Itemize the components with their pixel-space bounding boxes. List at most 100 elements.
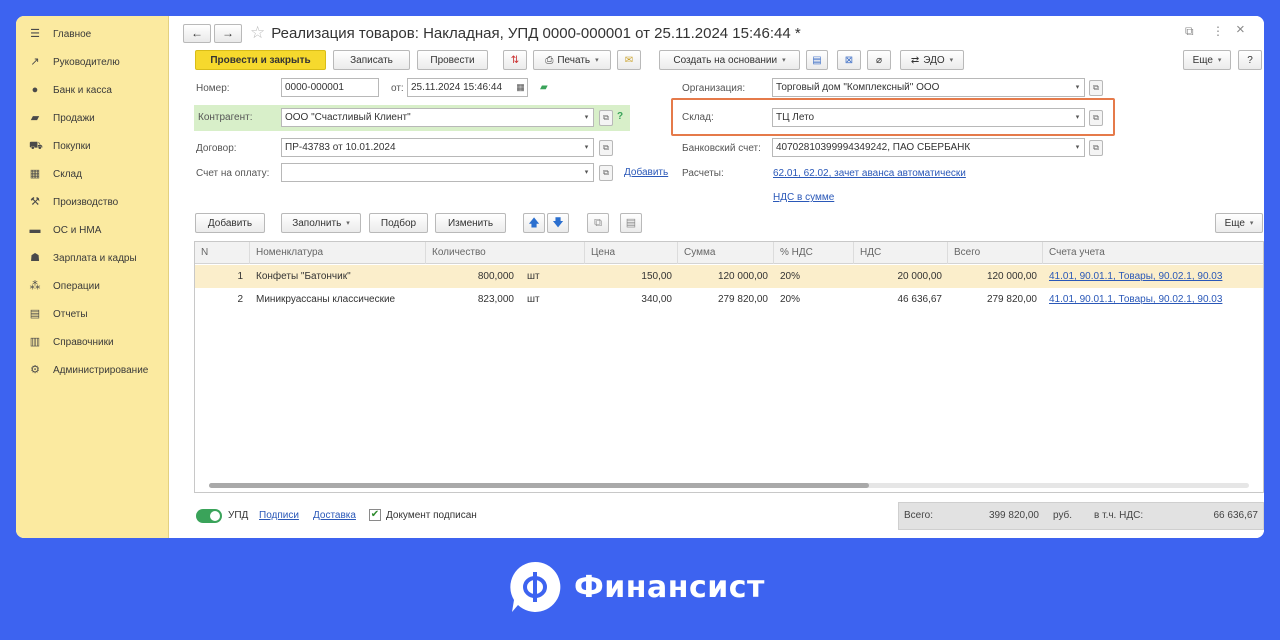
organization-field[interactable]: Торговый дом "Комплексный" ООО xyxy=(772,78,1072,97)
sidebar-item-bank[interactable]: ● Банк и касса xyxy=(16,76,168,104)
table-more-button[interactable]: Еще ▾ xyxy=(1215,213,1263,233)
chevron-down-icon: ▾ xyxy=(782,57,786,64)
column-header-quantity[interactable]: Количество xyxy=(426,242,585,264)
counterparty-dropdown[interactable]: ▾ xyxy=(580,108,594,127)
number-field[interactable]: 0000-000001 xyxy=(281,78,379,97)
row-accounts-link[interactable]: 41.01, 90.01.1, Товары, 90.02.1, 90.03 xyxy=(1049,288,1261,311)
structure-button[interactable]: ▤ xyxy=(806,50,828,70)
sidebar-item-admin[interactable]: ⚙ Администрирование xyxy=(16,356,168,384)
warehouse-open-icon[interactable]: ⧉ xyxy=(1089,110,1103,126)
organization-open-icon[interactable]: ⧉ xyxy=(1089,80,1103,96)
change-button[interactable]: Изменить xyxy=(435,213,506,233)
invoice-add-link[interactable]: Добавить xyxy=(624,167,668,178)
back-button[interactable]: ← xyxy=(183,23,211,43)
sidebar-item-reports[interactable]: ▤ Отчеты xyxy=(16,300,168,328)
sidebar: ☰ Главное ↗ Руководителю ● Банк и касса ▰ Пр… xyxy=(16,16,169,538)
copy-icon[interactable]: ⧉ xyxy=(587,213,609,233)
excel-button[interactable]: ⊠ xyxy=(837,50,861,70)
signatures-link[interactable]: Подписи xyxy=(259,510,299,521)
bank-account-open-icon[interactable]: ⧉ xyxy=(1089,140,1103,156)
contract-open-icon[interactable]: ⧉ xyxy=(599,140,613,156)
table-row[interactable]: 2 Миникруассаны классические 823,000 шт … xyxy=(195,288,1263,311)
settlements-link[interactable]: 62.01, 62.02, зачет аванса автоматически xyxy=(773,168,966,179)
bank-account-label: Банковский счет: xyxy=(682,143,761,154)
contract-label: Договор: xyxy=(196,143,237,154)
save-button[interactable]: Записать xyxy=(333,50,410,70)
pick-button[interactable]: Подбор xyxy=(369,213,428,233)
dt-kt-button[interactable]: ⇅ xyxy=(503,50,527,70)
sidebar-item-references[interactable]: ▥ Справочники xyxy=(16,328,168,356)
list-icon[interactable]: ▤ xyxy=(620,213,642,233)
column-header-accounts[interactable]: Счета учета xyxy=(1043,242,1264,264)
sidebar-item-label: ОС и НМА xyxy=(53,224,102,236)
document-signed-checkbox[interactable]: ✔ xyxy=(369,509,381,521)
column-header-vat-rate[interactable]: % НДС xyxy=(774,242,854,264)
warehouse-field[interactable]: ТЦ Лето xyxy=(772,108,1072,127)
table-row[interactable]: 1 Конфеты "Батончик" 800,000 шт 150,00 1… xyxy=(195,265,1263,288)
post-and-close-button[interactable]: Провести и закрыть xyxy=(195,50,326,70)
sidebar-item-label: Покупки xyxy=(53,140,91,152)
upd-toggle[interactable] xyxy=(196,509,222,523)
row-vat-rate: 20% xyxy=(780,271,801,282)
edo-button[interactable]: ⇄ ЭДО ▾ xyxy=(900,50,964,70)
help-icon[interactable]: ? xyxy=(617,111,623,122)
sidebar-item-production[interactable]: ⚒ Производство xyxy=(16,188,168,216)
column-header-sum[interactable]: Сумма xyxy=(678,242,774,264)
counterparty-field[interactable]: ООО "Счастливый Клиент" xyxy=(281,108,581,127)
column-header-vat[interactable]: НДС xyxy=(854,242,948,264)
row-accounts-link[interactable]: 41.01, 90.01.1, Товары, 90.02.1, 90.03 xyxy=(1049,265,1261,288)
sidebar-item-sales[interactable]: ▰ Продажи xyxy=(16,104,168,132)
column-header-n[interactable]: N xyxy=(195,242,250,264)
email-button[interactable]: ✉ xyxy=(617,50,641,70)
move-up-icon[interactable]: 🡅 xyxy=(523,213,545,233)
bank-account-dropdown[interactable]: ▾ xyxy=(1071,138,1085,157)
sidebar-item-manager[interactable]: ↗ Руководителю xyxy=(16,48,168,76)
close-icon[interactable]: × xyxy=(1236,21,1245,38)
date-field[interactable]: 25.11.2024 15:46:44 xyxy=(407,78,515,97)
sidebar-item-purchases[interactable]: ⛟ Покупки xyxy=(16,132,168,160)
column-header-total[interactable]: Всего xyxy=(948,242,1043,264)
vat-link[interactable]: НДС в сумме xyxy=(773,192,834,203)
fill-button[interactable]: Заполнить ▾ xyxy=(281,213,361,233)
more-button[interactable]: Еще ▾ xyxy=(1183,50,1231,70)
sidebar-item-warehouse[interactable]: ▦ Склад xyxy=(16,160,168,188)
delivery-link[interactable]: Доставка xyxy=(313,510,356,521)
column-header-price[interactable]: Цена xyxy=(585,242,678,264)
bank-account-field[interactable]: 40702810399994349242, ПАО СБЕРБАНК xyxy=(772,138,1072,157)
sidebar-item-operations[interactable]: ⁂ Операции xyxy=(16,272,168,300)
sidebar-item-assets[interactable]: ▬ ОС и НМА xyxy=(16,216,168,244)
more-icon[interactable]: ⋮ xyxy=(1212,24,1224,38)
contract-dropdown[interactable]: ▾ xyxy=(580,138,594,157)
print-button[interactable]: ⎙ Печать ▾ xyxy=(533,50,611,70)
sidebar-item-main[interactable]: ☰ Главное xyxy=(16,20,168,48)
total-value: 399 820,00 xyxy=(988,510,1039,521)
calendar-icon[interactable]: ▦ xyxy=(514,78,528,97)
counterparty-open-icon[interactable]: ⧉ xyxy=(599,110,613,126)
row-number: 2 xyxy=(237,294,243,305)
post-button[interactable]: Провести xyxy=(417,50,488,70)
organization-dropdown[interactable]: ▾ xyxy=(1071,78,1085,97)
report-icon: ▤ xyxy=(29,308,41,320)
create-based-on-button[interactable]: Создать на основании ▾ xyxy=(659,50,800,70)
forward-button[interactable]: → xyxy=(214,23,242,43)
invoice-dropdown[interactable]: ▾ xyxy=(580,163,594,182)
warehouse-dropdown[interactable]: ▾ xyxy=(1071,108,1085,127)
move-down-icon[interactable]: 🡇 xyxy=(547,213,569,233)
invoice-field[interactable] xyxy=(281,163,581,182)
menu-icon: ☰ xyxy=(30,28,40,40)
horizontal-scrollbar[interactable] xyxy=(209,483,1249,488)
organization-label: Организация: xyxy=(682,83,746,94)
contract-field[interactable]: ПР-43783 от 10.01.2024 xyxy=(281,138,581,157)
book-icon: ▥ xyxy=(29,336,41,348)
column-header-item[interactable]: Номенклатура xyxy=(250,242,426,264)
sidebar-item-label: Главное xyxy=(53,28,92,40)
sidebar-item-salary[interactable]: ☗ Зарплата и кадры xyxy=(16,244,168,272)
favorite-star-icon[interactable]: ☆ xyxy=(250,23,265,43)
add-row-button[interactable]: Добавить xyxy=(195,213,265,233)
scrollbar-thumb[interactable] xyxy=(209,483,869,488)
sidebar-item-label: Справочники xyxy=(53,336,114,348)
invoice-open-icon[interactable]: ⧉ xyxy=(599,165,613,181)
help-button[interactable]: ? xyxy=(1238,50,1262,70)
attach-button[interactable]: ⌀ xyxy=(867,50,891,70)
link-icon[interactable]: ⧉ xyxy=(1185,24,1194,39)
